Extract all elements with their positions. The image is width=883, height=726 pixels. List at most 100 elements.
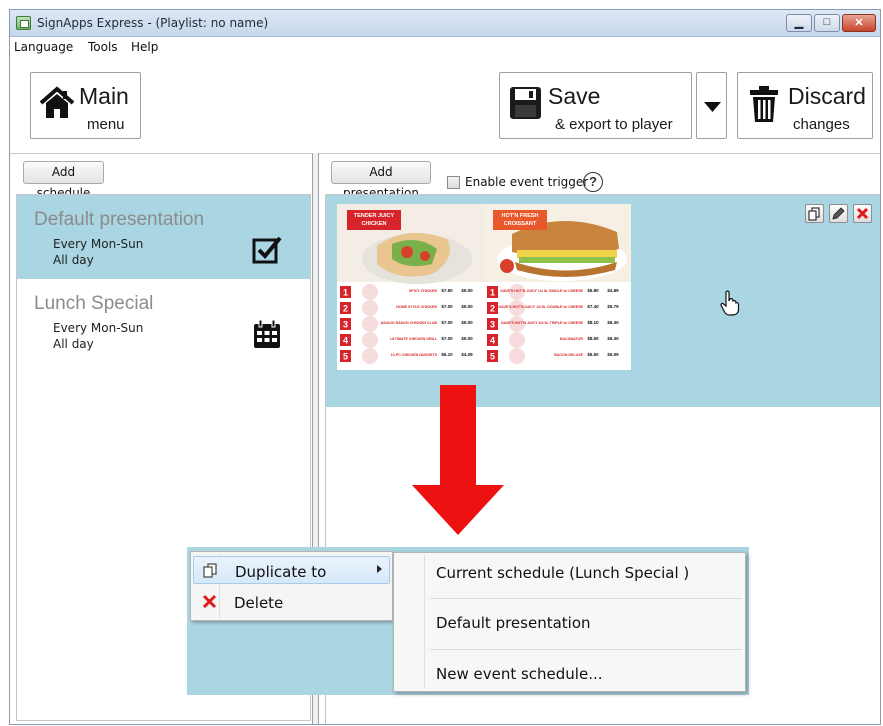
submenu-item-new-event-schedule[interactable]: New event schedule... — [436, 665, 603, 683]
menu-item-price: $5.79 — [607, 304, 619, 309]
presentation-thumbnail[interactable]: TENDER JUICY CHICKEN HOT'N FRESH CROISSA… — [337, 204, 631, 370]
menu-number: 2 — [343, 304, 348, 314]
schedule-title: Lunch Special — [34, 293, 154, 314]
submenu-arrow-icon — [377, 565, 382, 573]
delete-icon — [856, 207, 869, 220]
close-button[interactable]: ✕ — [842, 14, 876, 32]
submenu-item-default-presentation[interactable]: Default presentation — [436, 614, 591, 632]
menu-item-price: $6.90 — [587, 288, 599, 293]
menu-number: 4 — [490, 336, 495, 346]
menu-language[interactable]: Language — [14, 40, 73, 54]
main-menu-label: Main — [79, 83, 129, 109]
menu-item-price: $5.00 — [461, 304, 473, 309]
schedule-item-default-presentation[interactable]: Default presentation Every Mon-Sun All d… — [17, 195, 310, 279]
menu-number: 1 — [490, 288, 495, 298]
menu-item-photo — [362, 348, 378, 364]
left-header-line1: TENDER JUICY — [354, 213, 395, 219]
event-trigger-label: Enable event trigger — [465, 175, 589, 189]
duplicate-submenu: Current schedule (Lunch Special ) Defaul… — [393, 552, 746, 692]
floppy-disk-icon — [510, 87, 541, 119]
menu-number: 1 — [343, 288, 348, 298]
presentation-row[interactable]: TENDER JUICY CHICKEN HOT'N FRESH CROISSA… — [326, 195, 880, 407]
submenu-separator — [430, 649, 742, 650]
save-sublabel: & export to player — [555, 116, 673, 133]
menu-item-price: $6.10 — [441, 352, 453, 357]
menu-item-name: BACONATOR — [560, 337, 583, 341]
menu-item-price: $4.09 — [461, 352, 473, 357]
hand-cursor-icon — [720, 290, 740, 316]
menu-item-name: ASIAGO RANCH CHICKEN CLUB — [380, 321, 437, 325]
home-icon — [39, 86, 75, 118]
menu-item-price: $6.30 — [607, 336, 619, 341]
menu-item-photo — [362, 332, 378, 348]
menu-item-photo — [362, 300, 378, 316]
save-options-dropdown[interactable] — [696, 72, 727, 139]
window-title: SignApps Express - (Playlist: no name) — [37, 16, 269, 30]
menu-number: 3 — [490, 320, 495, 330]
discard-changes-button[interactable]: Discard changes — [737, 72, 873, 139]
menu-board-image: TENDER JUICY CHICKEN HOT'N FRESH CROISSA… — [337, 204, 631, 370]
discard-label: Discard — [788, 83, 866, 109]
submenu-item-current-schedule[interactable]: Current schedule (Lunch Special ) — [436, 564, 689, 582]
menu-item-name: BACON DELUXE — [554, 353, 583, 357]
menu-item-name: DAVE'S HOT'N JUICY 1/2 lb. DOUBLE w/ CHE… — [499, 305, 584, 309]
save-export-button[interactable]: Save & export to player — [499, 72, 692, 139]
menu-item-price: $4.89 — [607, 288, 619, 293]
menu-item-price: $8.50 — [587, 336, 599, 341]
schedule-title: Default presentation — [34, 209, 205, 230]
menu-item-price: $7.00 — [441, 304, 453, 309]
menu-bar: Language Tools Help — [10, 37, 880, 57]
delete-button[interactable] — [853, 204, 872, 223]
menu-number: 2 — [490, 304, 495, 314]
main-menu-button[interactable]: Main menu — [30, 72, 141, 139]
menu-item-price: $5.00 — [461, 320, 473, 325]
menu-item-price: $7.60 — [441, 288, 453, 293]
menu-item-price: $6.30 — [607, 320, 619, 325]
duplicate-button[interactable] — [805, 204, 824, 223]
title-bar[interactable]: SignApps Express - (Playlist: no name) ▁… — [10, 10, 880, 37]
submenu-gutter — [424, 555, 425, 689]
menu-item-duplicate-to[interactable]: Duplicate to — [193, 556, 390, 584]
red-x-icon — [202, 594, 217, 609]
submenu-separator — [430, 598, 742, 599]
add-presentation-button[interactable]: Add presentation — [331, 161, 431, 200]
menu-item-price: $8.10 — [587, 320, 599, 325]
menu-item-photo — [509, 332, 525, 348]
edit-icon — [832, 207, 845, 220]
menu-item-delete[interactable]: Delete — [193, 588, 390, 616]
left-header-line2: CHICKEN — [361, 221, 386, 227]
minimize-icon: ▁ — [794, 17, 804, 29]
menu-item-price: $6.50 — [587, 352, 599, 357]
caret-down-icon — [704, 102, 721, 112]
edit-button[interactable] — [829, 204, 848, 223]
main-menu-sublabel: menu — [87, 116, 125, 133]
menu-item-price: $7.40 — [587, 304, 599, 309]
schedule-item-lunch-special[interactable]: Lunch Special Every Mon-Sun All day — [17, 279, 310, 363]
duplicate-icon — [808, 207, 820, 221]
menu-item-price: $5.09 — [607, 352, 619, 357]
duplicate-icon — [203, 563, 217, 578]
menu-item-photo — [362, 284, 378, 300]
add-schedule-button[interactable]: Add schedule — [23, 161, 104, 200]
checked-box-icon — [252, 236, 282, 264]
schedule-days: Every Mon-Sun — [53, 321, 144, 335]
menu-number: 5 — [343, 352, 348, 362]
schedule-time: All day — [53, 253, 94, 267]
menu-item-photo — [362, 316, 378, 332]
menu-item-price: $7.00 — [441, 336, 453, 341]
menu-number: 4 — [343, 336, 348, 346]
menu-item-name: DAVE'S HOT'N JUICY 1/4 lb. SINGLE w/ CHE… — [500, 289, 583, 293]
trash-icon — [750, 86, 778, 122]
menu-item-name: SPICY CHICKEN — [409, 289, 437, 293]
schedule-days: Every Mon-Sun — [53, 237, 144, 251]
minimize-button[interactable]: ▁ — [786, 14, 812, 32]
save-label: Save — [548, 83, 601, 109]
menu-item-photo — [509, 348, 525, 364]
maximize-button[interactable]: □ — [814, 14, 840, 32]
event-trigger-checkbox[interactable] — [447, 176, 460, 189]
menu-item-label: Delete — [234, 594, 284, 612]
menu-help[interactable]: Help — [131, 40, 158, 54]
help-icon[interactable]: ? — [583, 172, 603, 192]
menu-tools[interactable]: Tools — [88, 40, 118, 54]
right-header-line2: CROISSANT — [504, 221, 537, 227]
